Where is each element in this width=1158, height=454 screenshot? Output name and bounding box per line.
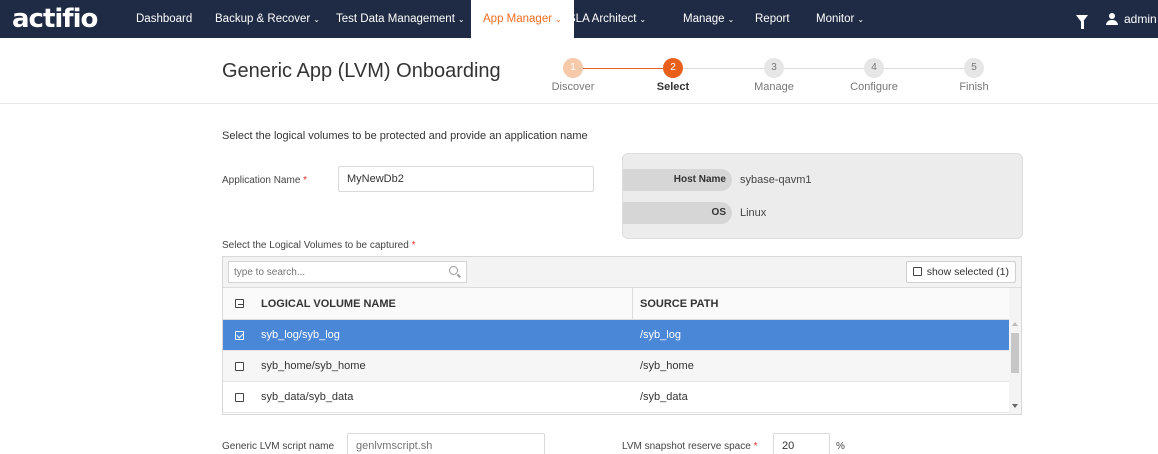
column-header-source-path[interactable]: SOURCE PATH	[640, 288, 718, 320]
scroll-down-icon[interactable]	[1012, 404, 1018, 408]
required-marker: *	[303, 175, 308, 186]
table-header: LOGICAL VOLUME NAME SOURCE PATH	[223, 288, 1009, 320]
app-name-label: Application Name *	[222, 175, 308, 186]
os-label: OS	[623, 202, 732, 224]
nav-item-dashboard[interactable]: Dashboard	[136, 0, 192, 38]
required-marker: *	[411, 240, 416, 251]
reserve-space-label: LVM snapshot reserve space *	[622, 441, 758, 452]
wizard-step-manage: 3 Manage	[729, 58, 819, 93]
step-number: 1	[563, 58, 583, 78]
app-name-input[interactable]	[338, 166, 594, 192]
source-path-cell: /syb_log	[640, 329, 681, 341]
top-nav-bar: actifio Dashboard Backup & Recover ⌄ Test…	[0, 0, 1158, 38]
reserve-space-input[interactable]	[773, 433, 830, 454]
lv-name-cell: syb_data/syb_data	[261, 391, 354, 403]
nav-item-test-data-management[interactable]: Test Data Management ⌄	[336, 0, 465, 38]
checkbox-icon[interactable]	[912, 267, 922, 276]
host-name-label: Host Name	[623, 169, 732, 191]
table-row[interactable]: syb_data/syb_data /syb_data	[223, 382, 1009, 413]
chevron-down-icon: ⌄	[639, 15, 647, 24]
step-label: Finish	[959, 81, 989, 93]
step-label: Discover	[551, 81, 595, 93]
step-label: Select	[656, 81, 690, 93]
nav-item-report[interactable]: Report	[755, 0, 790, 38]
source-path-cell: /syb_data	[640, 391, 688, 403]
step-number: 5	[964, 58, 984, 78]
logical-volume-table: show selected (1) LOGICAL VOLUME NAME SO…	[222, 256, 1022, 415]
page-title: Generic App (LVM) Onboarding	[222, 60, 501, 82]
row-checkbox[interactable]	[235, 393, 244, 402]
table-row[interactable]: syb_home/syb_home /syb_home	[223, 351, 1009, 382]
wizard-step-finish: 5 Finish	[929, 58, 1019, 93]
show-selected-toggle[interactable]: show selected (1)	[905, 261, 1016, 283]
nav-item-manage[interactable]: Manage ⌄	[683, 0, 734, 38]
script-name-input[interactable]	[347, 433, 545, 454]
scroll-corner	[1009, 288, 1021, 320]
column-divider	[632, 288, 633, 319]
user-icon	[1106, 13, 1118, 25]
table-row[interactable]: syb_log/syb_log /syb_log	[223, 320, 1009, 351]
wizard-step-configure: 4 Configure	[829, 58, 919, 93]
row-checkbox[interactable]	[235, 331, 244, 340]
chevron-down-icon: ⌄	[313, 15, 320, 24]
search-input[interactable]	[228, 261, 467, 283]
chevron-down-icon: ⌄	[555, 15, 562, 24]
user-menu[interactable]: admin	[1124, 12, 1158, 26]
search-icon[interactable]	[449, 266, 458, 275]
filter-icon[interactable]	[1076, 15, 1088, 29]
chevron-down-icon: ⌄	[727, 15, 735, 24]
lv-name-cell: syb_log/syb_log	[261, 329, 340, 341]
scroll-thumb[interactable]	[1011, 333, 1019, 373]
wizard-step-discover[interactable]: 1 Discover	[528, 58, 618, 93]
lv-select-label: Select the Logical Volumes to be capture…	[222, 240, 416, 251]
nav-item-monitor[interactable]: Monitor ⌄	[816, 0, 864, 38]
lv-name-cell: syb_home/syb_home	[261, 360, 366, 372]
script-name-label: Generic LVM script name	[222, 441, 335, 452]
row-checkbox[interactable]	[235, 362, 244, 371]
host-name-value: sybase-qavm1	[740, 174, 812, 186]
header-divider	[0, 103, 1158, 104]
host-info-panel: Host Name sybase-qavm1 OS Linux	[622, 153, 1023, 239]
os-value: Linux	[740, 207, 767, 219]
source-path-cell: /syb_home	[640, 360, 694, 372]
step-number: 2	[663, 58, 683, 78]
required-marker: *	[753, 441, 758, 452]
column-header-lv-name[interactable]: LOGICAL VOLUME NAME	[261, 288, 396, 320]
nav-item-backup-recover[interactable]: Backup & Recover ⌄	[215, 0, 320, 38]
nav-item-sla-architect[interactable]: SLA Architect ⌄	[568, 0, 646, 38]
nav-item-app-manager[interactable]: App Manager ⌄	[471, 0, 574, 38]
chevron-down-icon: ⌄	[857, 15, 865, 24]
select-all-checkbox[interactable]	[235, 299, 244, 308]
chevron-down-icon: ⌄	[457, 15, 465, 24]
instructions-text: Select the logical volumes to be protect…	[222, 130, 588, 142]
table-scrollbar[interactable]	[1009, 320, 1021, 414]
step-label: Manage	[754, 81, 794, 93]
step-label: Configure	[850, 81, 898, 93]
wizard-step-select[interactable]: 2 Select	[628, 58, 718, 93]
nav-right-group: admin	[1076, 0, 1158, 38]
percent-unit: %	[836, 441, 845, 452]
scroll-up-icon[interactable]	[1012, 322, 1018, 326]
step-number: 3	[764, 58, 784, 78]
actifio-logo[interactable]: actifio	[12, 4, 98, 34]
step-number: 4	[864, 58, 884, 78]
table-toolbar: show selected (1)	[223, 257, 1021, 288]
